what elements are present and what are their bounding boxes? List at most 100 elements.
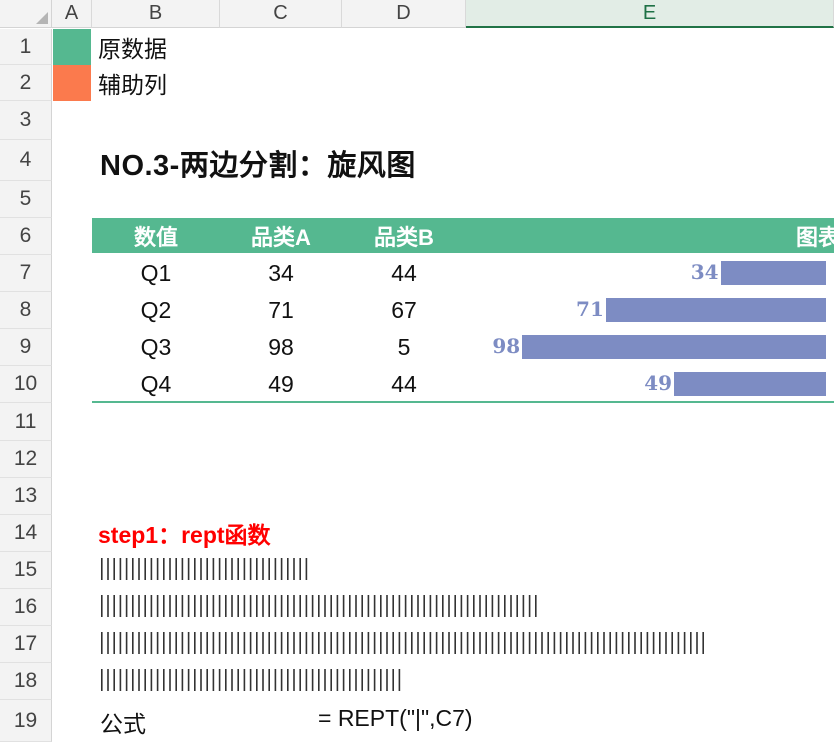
column-header-e[interactable]: E	[466, 0, 834, 28]
rept-stroke	[355, 669, 357, 691]
chart-bar-q1	[720, 261, 826, 285]
column-header-b[interactable]: B	[92, 0, 220, 28]
table-cell-q2-b[interactable]: 67	[342, 292, 466, 328]
formula-text[interactable]: = REPT("|",C7)	[318, 705, 473, 732]
rept-stroke	[584, 632, 587, 654]
rept-stroke	[256, 669, 258, 691]
rept-stroke	[497, 595, 500, 617]
rept-stroke	[473, 595, 475, 617]
table-cell-q3-b[interactable]: 5	[342, 329, 466, 365]
rept-row-4[interactable]	[100, 668, 408, 692]
rept-stroke	[187, 669, 190, 691]
rept-stroke	[274, 669, 277, 691]
row-header-17[interactable]: 17	[0, 626, 52, 663]
rept-stroke	[187, 595, 190, 617]
table-cell-q1-b[interactable]: 44	[342, 255, 466, 291]
row-header-5[interactable]: 5	[0, 181, 52, 218]
row-header-6[interactable]: 6	[0, 218, 52, 255]
rept-stroke	[305, 558, 308, 580]
rept-stroke	[590, 632, 593, 654]
rept-stroke	[181, 595, 184, 617]
rept-stroke	[330, 595, 332, 617]
rept-stroke	[683, 632, 686, 654]
row-header-16[interactable]: 16	[0, 589, 52, 626]
table-cell-q1-a[interactable]: 34	[220, 255, 342, 291]
rept-stroke	[442, 595, 444, 617]
row-header-9[interactable]: 9	[0, 329, 52, 366]
row-header-11[interactable]: 11	[0, 403, 52, 441]
rept-stroke	[404, 595, 407, 617]
rept-stroke	[249, 595, 252, 617]
rept-stroke	[659, 632, 661, 654]
rept-stroke	[212, 595, 215, 617]
legend-swatch-helper	[53, 65, 91, 101]
row-header-15[interactable]: 15	[0, 552, 52, 589]
row-header-12[interactable]: 12	[0, 441, 52, 478]
rept-stroke	[559, 632, 562, 654]
rept-row-3[interactable]	[100, 631, 712, 655]
chart-bar-q3	[522, 335, 826, 359]
table-cell-q2[interactable]: Q2	[92, 292, 220, 328]
rept-stroke	[355, 632, 357, 654]
rept-stroke	[324, 632, 326, 654]
rept-stroke	[218, 558, 221, 580]
rept-stroke	[646, 632, 649, 654]
table-cell-q4-b[interactable]: 44	[342, 366, 466, 402]
table-cell-q3-a[interactable]: 98	[220, 329, 342, 365]
row-header-7[interactable]: 7	[0, 255, 52, 292]
row-header-19[interactable]: 19	[0, 700, 52, 742]
rept-stroke	[299, 595, 301, 617]
column-header-c[interactable]: C	[220, 0, 342, 28]
row-header-18[interactable]: 18	[0, 663, 52, 700]
rept-row-2[interactable]	[100, 594, 544, 618]
table-cell-q3[interactable]: Q3	[92, 329, 220, 365]
rept-stroke	[318, 632, 320, 654]
rept-stroke	[125, 632, 128, 654]
row-header-14[interactable]: 14	[0, 515, 52, 552]
rept-stroke	[504, 632, 506, 654]
rept-stroke	[336, 669, 339, 691]
row-header-13[interactable]: 13	[0, 478, 52, 515]
rept-stroke	[200, 558, 202, 580]
column-header-d[interactable]: D	[342, 0, 466, 28]
row-header-8[interactable]: 8	[0, 292, 52, 329]
rept-stroke	[510, 595, 512, 617]
rept-stroke	[237, 669, 239, 691]
rept-stroke	[163, 669, 165, 691]
row-header-3[interactable]: 3	[0, 101, 52, 140]
rept-stroke	[212, 632, 215, 654]
rept-stroke	[274, 632, 277, 654]
rept-row-1[interactable]	[100, 557, 315, 581]
rept-stroke	[144, 558, 146, 580]
rept-stroke	[249, 632, 252, 654]
rept-stroke	[119, 558, 122, 580]
select-all-corner[interactable]	[0, 0, 52, 28]
rept-stroke	[243, 669, 246, 691]
row-header-10[interactable]: 10	[0, 366, 52, 403]
rept-stroke	[522, 632, 525, 654]
rept-stroke	[398, 632, 401, 654]
rept-stroke	[603, 632, 605, 654]
row-header-4[interactable]: 4	[0, 140, 52, 181]
table-cell-q1[interactable]: Q1	[92, 255, 220, 291]
rept-stroke	[411, 632, 413, 654]
rept-stroke	[367, 595, 370, 617]
rept-stroke	[609, 632, 611, 654]
rept-stroke	[386, 632, 388, 654]
rept-stroke	[305, 595, 308, 617]
table-cell-q2-a[interactable]: 71	[220, 292, 342, 328]
rept-stroke	[138, 558, 140, 580]
table-cell-q4-a[interactable]: 49	[220, 366, 342, 402]
row-header-1[interactable]: 1	[0, 29, 52, 65]
table-cell-q4[interactable]: Q4	[92, 366, 220, 402]
rept-stroke	[361, 595, 363, 617]
rept-stroke	[311, 595, 314, 617]
rept-stroke	[330, 632, 332, 654]
rept-stroke	[138, 632, 140, 654]
rept-stroke	[373, 669, 376, 691]
rept-stroke	[237, 632, 239, 654]
column-header-a[interactable]: A	[52, 0, 92, 28]
row-header-2[interactable]: 2	[0, 65, 52, 101]
rept-stroke	[417, 595, 419, 617]
rept-stroke	[231, 558, 233, 580]
